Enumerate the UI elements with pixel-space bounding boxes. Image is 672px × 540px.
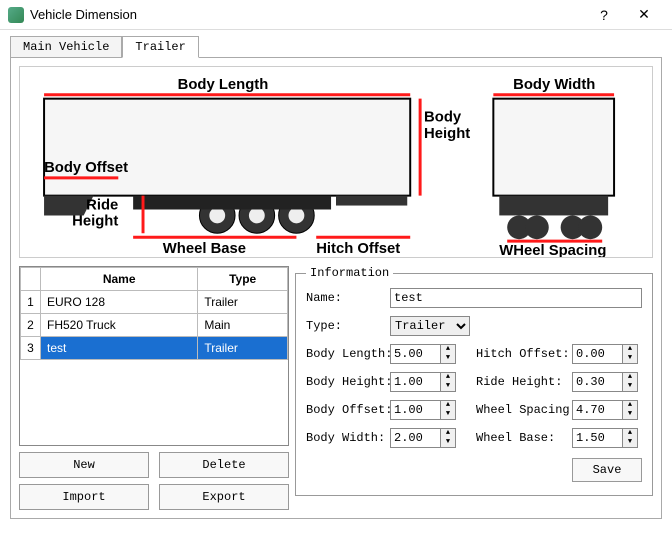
new-button[interactable]: New (19, 452, 149, 478)
table-row[interactable]: 2 FH520 Truck Main (21, 314, 288, 337)
col-name[interactable]: Name (41, 268, 198, 291)
label-body-offset: Body Offset (44, 160, 128, 176)
titlebar: Vehicle Dimension ? ✕ (0, 0, 672, 30)
app-icon (8, 7, 24, 23)
spinner-buttons[interactable]: ▲▼ (622, 372, 638, 392)
table-row[interactable]: 3 test Trailer (21, 337, 288, 360)
label-name: Name: (306, 291, 384, 305)
svg-text:Height: Height (424, 126, 470, 142)
tab-panel: Body Length Body Height Body Offset Ride… (10, 57, 662, 519)
table-row[interactable]: 1 EURO 128 Trailer (21, 291, 288, 314)
import-button[interactable]: Import (19, 484, 149, 510)
information-panel: Information Name: Type: Trailer Body Len… (295, 266, 653, 496)
tab-main-vehicle[interactable]: Main Vehicle (10, 36, 122, 58)
tab-trailer[interactable]: Trailer (122, 36, 198, 58)
window-title: Vehicle Dimension (30, 7, 584, 22)
vehicle-table[interactable]: Name Type 1 EURO 128 Trailer 2 FH520 Tru… (19, 266, 289, 446)
wheel-base-field[interactable] (572, 428, 622, 448)
label-body-length: Body Length (178, 77, 269, 93)
hitch-offset-field[interactable] (572, 344, 622, 364)
col-type[interactable]: Type (198, 268, 288, 291)
label-wheel-base: Wheel Base (163, 241, 246, 257)
label-type: Type: (306, 319, 384, 333)
trailer-diagram: Body Length Body Height Body Offset Ride… (19, 66, 653, 258)
body-height-field[interactable] (390, 372, 440, 392)
label-body-height: Body (424, 109, 462, 125)
spinner-buttons[interactable]: ▲▼ (622, 428, 638, 448)
name-field[interactable] (390, 288, 642, 308)
spinner-buttons[interactable]: ▲▼ (440, 344, 456, 364)
spinner-buttons[interactable]: ▲▼ (440, 400, 456, 420)
spinner-buttons[interactable]: ▲▼ (622, 344, 638, 364)
body-offset-field[interactable] (390, 400, 440, 420)
spinner-buttons[interactable]: ▲▼ (440, 372, 456, 392)
body-length-field[interactable] (390, 344, 440, 364)
table-header-row: Name Type (21, 268, 288, 291)
type-select[interactable]: Trailer (390, 316, 470, 336)
help-button[interactable]: ? (584, 0, 624, 30)
label-wheel-spacing: WHeel Spacing (499, 243, 606, 257)
delete-button[interactable]: Delete (159, 452, 289, 478)
spinner-buttons[interactable]: ▲▼ (440, 428, 456, 448)
spinner-buttons[interactable]: ▲▼ (622, 400, 638, 420)
ride-height-field[interactable] (572, 372, 622, 392)
information-legend: Information (306, 266, 393, 280)
label-body-width: Body Width (513, 77, 595, 93)
wheel-spacing-field[interactable] (572, 400, 622, 420)
export-button[interactable]: Export (159, 484, 289, 510)
svg-text:Height: Height (72, 213, 118, 229)
save-button[interactable]: Save (572, 458, 642, 482)
label-ride-height: Ride (86, 198, 118, 214)
tab-strip: Main VehicleTrailer (10, 36, 662, 58)
close-button[interactable]: ✕ (624, 0, 664, 30)
label-hitch-offset: Hitch Offset (316, 241, 400, 257)
body-width-field[interactable] (390, 428, 440, 448)
